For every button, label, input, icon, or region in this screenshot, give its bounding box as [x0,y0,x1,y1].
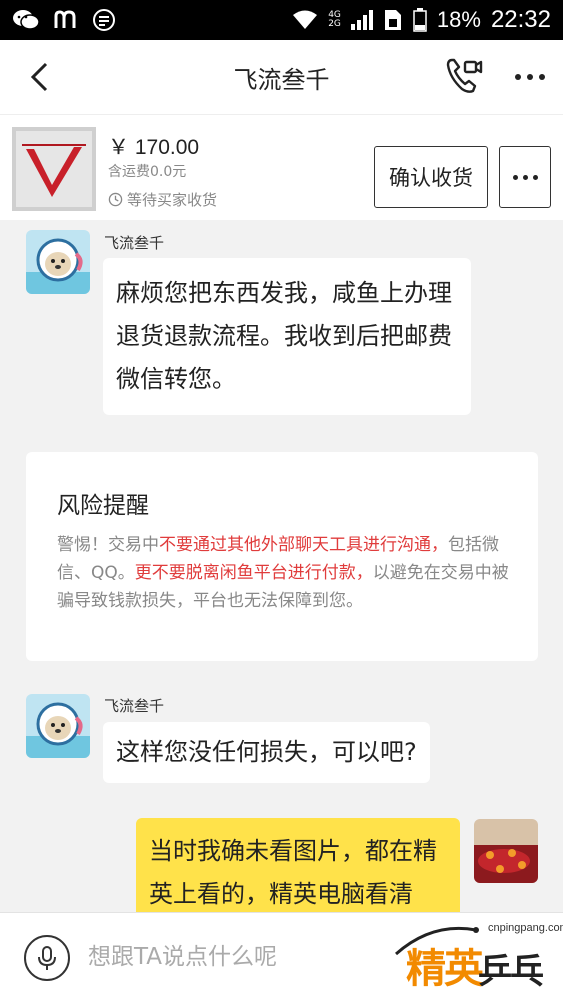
risk-text-seg1: 警惕！交易中 [57,535,159,555]
confirm-receipt-button[interactable]: 确认收货 [374,146,488,208]
risk-warning-card: 风险提醒 警惕！交易中不要通过其他外部聊天工具进行沟通，包括微信、QQ。更不要脱… [26,452,538,661]
clock: 22:32 [490,6,551,33]
more-options-button[interactable] [510,62,550,92]
app-m-icon [54,10,78,30]
seller-avatar[interactable] [26,230,90,294]
seller-avatar[interactable] [26,694,90,758]
product-bar: ￥ 170.00 含运费0.0元 等待买家收货 确认收货 [0,114,563,220]
battery-icon [413,8,427,32]
watermark-brand: 精英 [406,946,484,992]
risk-warning-highlight: 更不要脱离闲鱼平台进行付款， [134,563,373,583]
watermark-url: cnpingpang.com [488,922,563,934]
voice-input-button[interactable] [24,935,70,981]
my-message-bubble[interactable]: 当时我确未看图片，都在精英上看的，精英电脑看清 [136,818,460,912]
microphone-icon [38,946,56,970]
order-status: 等待买家收货 [108,189,217,210]
message-bubble[interactable]: 麻烦您把东西发我，咸鱼上办理退货退款流程。我收到后把邮费微信转您。 [103,258,471,415]
message-bubble[interactable]: 这样您没任何损失，可以吧? [103,722,430,783]
more-dot-icon [539,74,545,80]
status-right: 4G 2G 18% 22:32 [292,6,551,34]
status-left [12,8,116,32]
watermark-logo: cnpingpang.com 精英 乒乓网 [392,918,563,998]
battery-percentage: 18% [436,7,481,32]
product-thumbnail[interactable] [12,127,96,211]
my-avatar[interactable] [474,819,538,883]
signal-icon [350,10,373,30]
chat-header: 飞流叁千 [0,40,563,114]
more-dot-icon [515,74,521,80]
wechat-icon [12,9,40,31]
message-icon [92,8,116,32]
shipping-info: 含运费0.0元 [108,164,187,180]
network-type-bottom: 2G [328,19,341,29]
risk-warning-text: 警惕！交易中不要通过其他外部聊天工具进行沟通，包括微信、QQ。更不要脱离闲鱼平台… [57,531,517,615]
product-price: ￥ 170.00 [108,136,200,159]
risk-warning-title: 风险提醒 [57,493,149,519]
network-type: 4G 2G [328,11,341,29]
message-input[interactable] [88,933,388,981]
risk-warning-highlight: 不要通过其他外部聊天工具进行沟通， [159,535,448,555]
more-dot-icon [522,174,528,180]
status-bar: 4G 2G 18% 22:32 [0,0,563,40]
back-button[interactable] [24,58,54,96]
more-dot-icon [512,174,518,180]
sender-name: 飞流叁千 [104,697,165,715]
video-call-button[interactable] [444,56,484,96]
video-call-icon [446,58,483,93]
sender-name: 飞流叁千 [104,234,165,252]
wifi-icon [292,10,318,30]
sim-card-icon [383,8,403,32]
more-dot-icon [532,174,538,180]
clock-icon [108,192,123,207]
watermark-brand-site: 乒乓网 [478,952,544,992]
order-more-button[interactable] [499,146,551,208]
chat-messages[interactable]: 飞流叁千 麻烦您把东西发我，咸鱼上办理退货退款流程。我收到后把邮费微信转您。 风… [0,220,563,912]
more-dot-icon [527,74,533,80]
order-status-text: 等待买家收货 [127,191,218,209]
chevron-left-icon [30,62,48,92]
